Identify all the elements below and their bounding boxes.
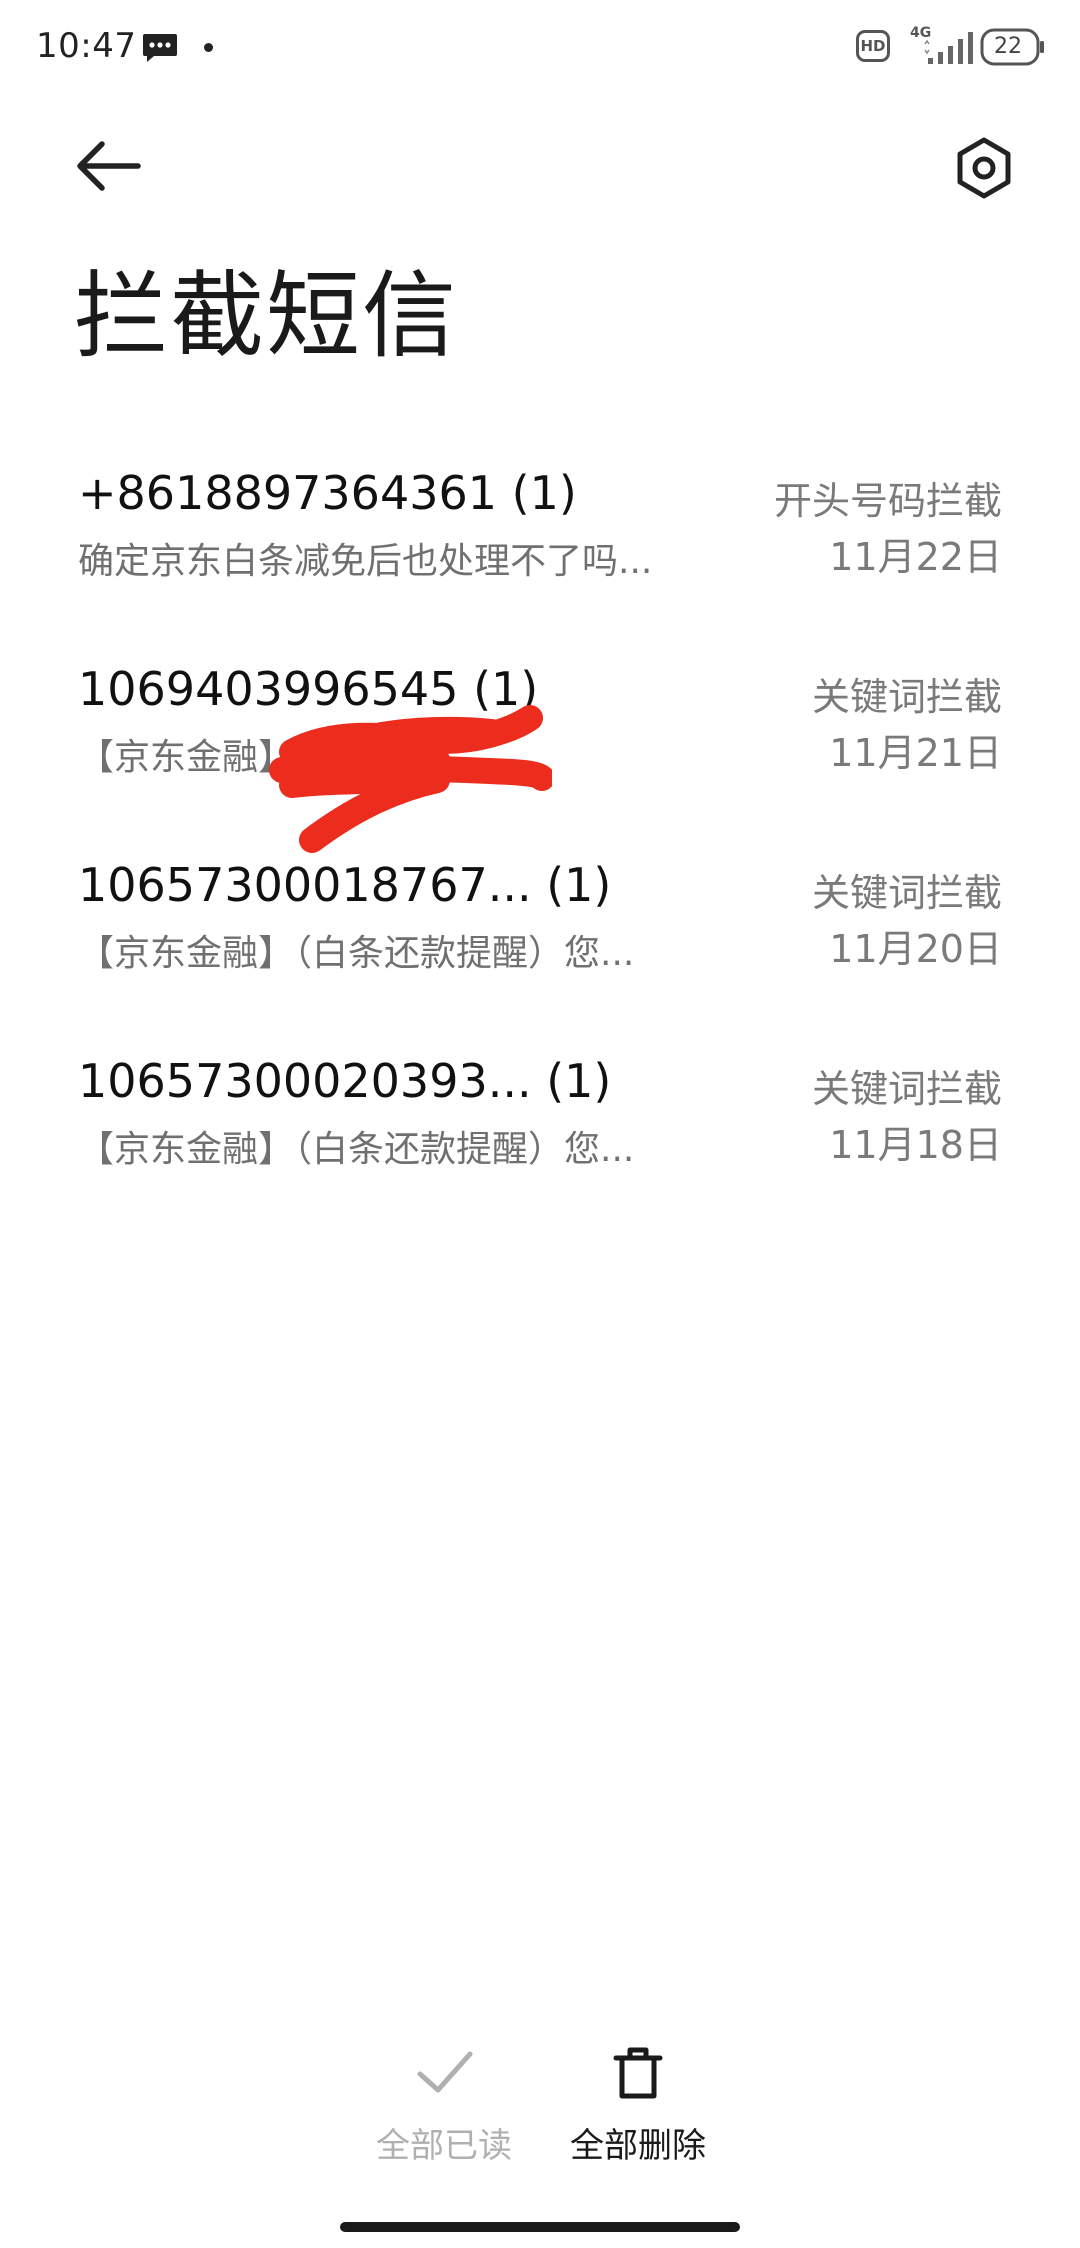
redaction-scribble [269,705,552,853]
block-rule-label: 关键词拦截 [811,871,1002,915]
battery-level: 22 [994,33,1022,59]
trash-icon [613,2047,663,2099]
message-date: 11月18日 [829,1123,1002,1167]
message-preview: 确定京东白条减免后也处理不了吗... [78,541,653,582]
mark-all-read-label: 全部已读 [376,2126,512,2166]
message-item[interactable]: +8618897364361 (1) 确定京东白条减免后也处理不了吗... 开头… [0,450,1080,646]
message-preview: 【京东金融】（白条还款提醒）您... [78,933,635,974]
back-button[interactable] [72,136,148,196]
home-indicator[interactable] [340,2222,740,2232]
message-item[interactable]: 10657300020393... (1) 【京东金融】（白条还款提醒）您...… [0,1038,1080,1234]
message-sender: 10657300018767... (1) [78,858,612,912]
block-rule-label: 开头号码拦截 [773,479,1002,523]
message-date: 11月22日 [829,535,1002,579]
block-rule-label: 关键词拦截 [811,675,1002,719]
message-notification-icon [143,34,177,62]
message-preview: 【京东金融】（白条还款提醒）您... [78,1129,635,1170]
block-rule-label: 关键词拦截 [811,1067,1002,1111]
hd-icon: HD [856,30,890,62]
status-bar: 10:47 HD 4G 22 [0,0,1080,96]
signal-strength-icon [924,32,973,64]
message-sender: +8618897364361 (1) [78,466,577,520]
notification-dot-icon [204,43,213,52]
message-date: 11月20日 [829,927,1002,971]
mark-all-read-button[interactable]: 全部已读 [344,2040,544,2167]
arrow-left-icon [77,141,141,191]
settings-button[interactable] [952,136,1016,200]
page-title: 拦截短信 [74,262,459,371]
status-time: 10:47 [36,26,137,66]
checkmark-icon [417,2051,473,2093]
delete-all-label: 全部删除 [570,2126,706,2166]
message-sender: 10657300020393... (1) [78,1054,612,1108]
message-date: 11月21日 [829,731,1002,775]
delete-all-button[interactable]: 全部删除 [538,2040,738,2167]
hexagon-settings-icon [957,137,1011,199]
message-item[interactable]: 10657300018767... (1) 【京东金融】（白条还款提醒）您...… [0,842,1080,1038]
